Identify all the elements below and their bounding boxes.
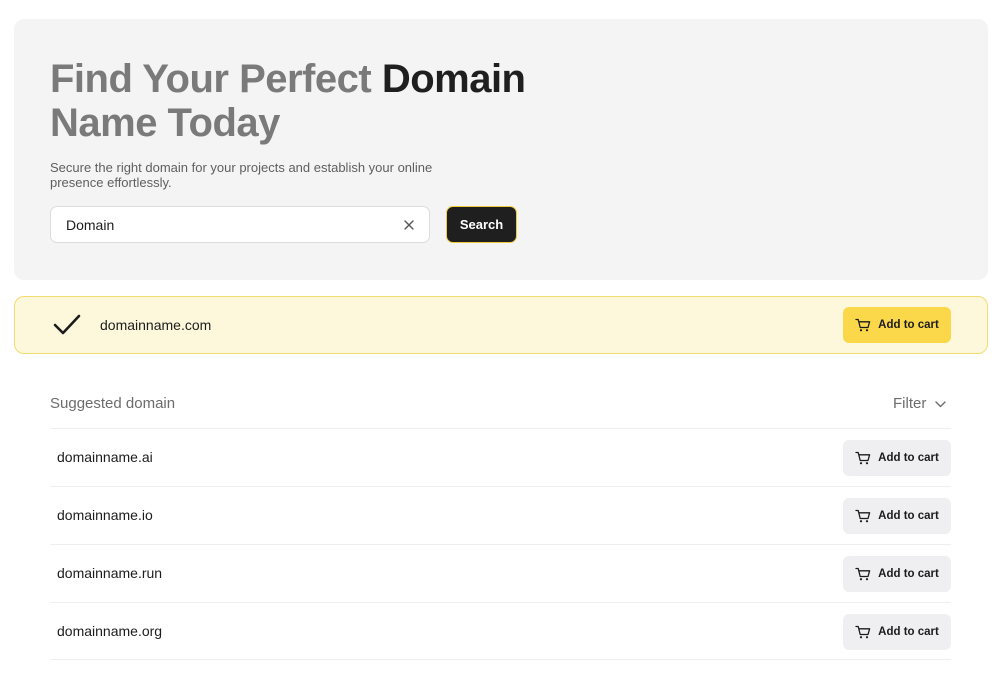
- filter-label: Filter: [893, 395, 927, 412]
- page-title: Find Your Perfect Domain Name Today: [50, 57, 570, 145]
- suggested-domain-name: domainname.ai: [57, 449, 153, 465]
- filter-dropdown[interactable]: Filter: [893, 395, 947, 412]
- cart-icon: [855, 625, 871, 639]
- close-icon[interactable]: [403, 219, 415, 231]
- add-to-cart-button[interactable]: Add to cart: [843, 307, 951, 343]
- list-item: domainname.ai Add to cart: [50, 428, 951, 486]
- list-item: domainname.org Add to cart: [50, 602, 951, 660]
- cart-icon: [855, 318, 871, 332]
- search-box: [50, 206, 430, 243]
- add-to-cart-button[interactable]: Add to cart: [843, 440, 951, 476]
- title-line-2: Name Today: [50, 101, 280, 145]
- title-highlight: Domain: [381, 57, 526, 101]
- checkmark-icon: [53, 314, 81, 336]
- add-to-cart-label: Add to cart: [878, 319, 939, 331]
- suggested-domain-name: domainname.run: [57, 565, 163, 581]
- list-item: domainname.run Add to cart: [50, 544, 951, 602]
- suggested-domain-name: domainname.io: [57, 507, 153, 523]
- suggested-domain-list: domainname.ai Add to cart domainname.io …: [50, 428, 951, 660]
- search-input[interactable]: [66, 216, 403, 233]
- cart-icon: [855, 567, 871, 581]
- add-to-cart-label: Add to cart: [878, 510, 939, 522]
- title-light: Find Your Perfect: [50, 57, 382, 101]
- page-subtitle: Secure the right domain for your project…: [50, 160, 433, 190]
- add-to-cart-button[interactable]: Add to cart: [843, 614, 951, 650]
- add-to-cart-button[interactable]: Add to cart: [843, 498, 951, 534]
- suggested-domain-name: domainname.org: [57, 623, 163, 639]
- add-to-cart-label: Add to cart: [878, 568, 939, 580]
- list-item: domainname.io Add to cart: [50, 486, 951, 544]
- suggested-domain-heading: Suggested domain: [50, 395, 176, 412]
- add-to-cart-label: Add to cart: [878, 452, 939, 464]
- chevron-down-icon: [935, 395, 947, 412]
- add-to-cart-label: Add to cart: [878, 626, 939, 638]
- cart-icon: [855, 509, 871, 523]
- add-to-cart-button[interactable]: Add to cart: [843, 556, 951, 592]
- cart-icon: [855, 451, 871, 465]
- hero-section: Find Your Perfect Domain Name Today Secur…: [14, 19, 988, 280]
- result-domain-name: domainname.com: [100, 317, 212, 333]
- domain-result: domainname.com Add to cart: [14, 296, 988, 354]
- search-button[interactable]: Search: [446, 206, 517, 243]
